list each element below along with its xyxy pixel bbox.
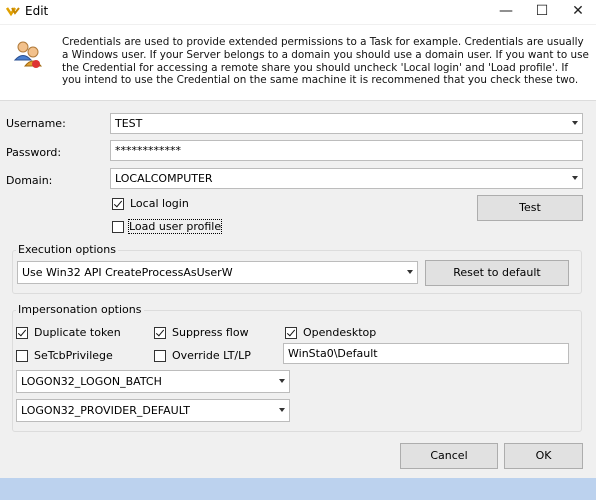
suppress-flow-label: Suppress flow <box>172 326 249 339</box>
load-profile-label: Load user profile <box>127 219 223 234</box>
domain-value: LOCALCOMPUTER <box>115 172 213 185</box>
reset-default-button[interactable]: Reset to default <box>425 260 569 286</box>
domain-combo[interactable]: LOCALCOMPUTER <box>110 168 583 189</box>
setcb-privilege-label: SeTcbPrivilege <box>34 349 113 362</box>
impersonation-group-title: Impersonation options <box>16 303 144 316</box>
load-profile-checkbox[interactable] <box>112 221 124 233</box>
minimize-button[interactable]: — <box>488 0 524 24</box>
open-desktop-checkbox[interactable] <box>285 327 297 339</box>
chevron-down-icon <box>572 176 578 180</box>
chevron-down-icon <box>279 379 285 383</box>
duplicate-token-checkbox[interactable] <box>16 327 28 339</box>
ok-button[interactable]: OK <box>504 443 583 469</box>
execution-method-value: Use Win32 API CreateProcessAsUserW <box>22 266 233 279</box>
override-ltlp-checkbox[interactable] <box>154 350 166 362</box>
logon-type-value: LOGON32_LOGON_BATCH <box>21 375 162 388</box>
username-value: TEST <box>115 117 143 130</box>
password-value: ************ <box>115 144 181 157</box>
info-panel: Credentials are used to provide extended… <box>0 25 596 101</box>
test-button[interactable]: Test <box>477 195 583 221</box>
password-field[interactable]: ************ <box>110 140 583 161</box>
close-button[interactable]: ✕ <box>560 0 596 24</box>
logon-type-combo[interactable]: LOGON32_LOGON_BATCH <box>16 370 290 393</box>
desktop-value: WinSta0\Default <box>288 347 378 360</box>
users-icon <box>13 41 43 68</box>
execution-method-combo[interactable]: Use Win32 API CreateProcessAsUserW <box>17 261 418 284</box>
title-bar: Edit — ☐ ✕ <box>0 0 596 24</box>
window-title: Edit <box>25 4 49 18</box>
duplicate-token-label: Duplicate token <box>34 326 121 339</box>
chevron-down-icon <box>407 270 413 274</box>
password-label: Password: <box>6 146 62 159</box>
domain-label: Domain: <box>6 174 53 187</box>
app-logo-icon <box>6 7 20 17</box>
logon-provider-combo[interactable]: LOGON32_PROVIDER_DEFAULT <box>16 399 290 422</box>
execution-group-title: Execution options <box>16 243 118 256</box>
username-combo[interactable]: TEST <box>110 113 583 134</box>
cancel-button[interactable]: Cancel <box>400 443 498 469</box>
desktop-field[interactable]: WinSta0\Default <box>283 343 569 364</box>
setcb-privilege-checkbox[interactable] <box>16 350 28 362</box>
local-login-label: Local login <box>130 197 189 210</box>
taskbar-strip <box>0 478 596 500</box>
open-desktop-label: Opendesktop <box>303 326 377 339</box>
chevron-down-icon <box>279 408 285 412</box>
username-label: Username: <box>6 117 66 130</box>
info-text: Credentials are used to provide extended… <box>62 36 589 87</box>
maximize-button[interactable]: ☐ <box>524 0 560 24</box>
logon-provider-value: LOGON32_PROVIDER_DEFAULT <box>21 404 191 417</box>
chevron-down-icon <box>572 121 578 125</box>
override-ltlp-label: Override LT/LP <box>172 349 251 362</box>
local-login-checkbox[interactable] <box>112 198 124 210</box>
suppress-flow-checkbox[interactable] <box>154 327 166 339</box>
